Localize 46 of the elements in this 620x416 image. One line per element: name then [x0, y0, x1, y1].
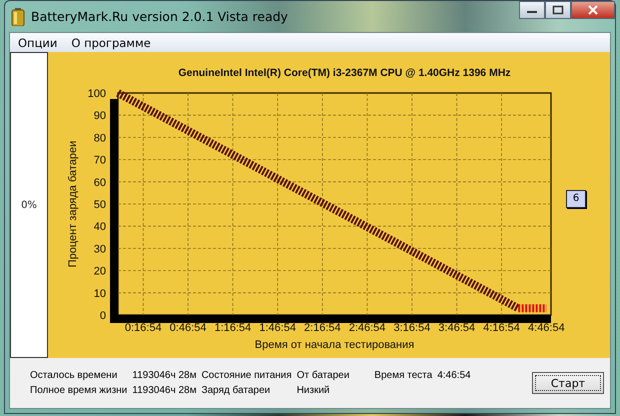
maximize-icon [552, 5, 564, 15]
x-axis-label: Время от начала тестирования [254, 339, 414, 351]
tick-label: 2:46:54 [348, 322, 386, 334]
status-label: Заряд батареи [201, 385, 272, 396]
status-label: Полное время жизни [30, 385, 128, 396]
tick-label: 4:46:54 [528, 322, 565, 334]
tick-label: 0:46:54 [170, 322, 206, 334]
tick-label: 3:46:54 [438, 322, 476, 334]
close-button[interactable] [571, 1, 615, 19]
tick-label: 50 [94, 199, 106, 211]
tick-label: 90 [94, 110, 106, 122]
tick-label: 4:16:54 [483, 322, 520, 334]
tick-label: 2:16:54 [304, 322, 341, 334]
maximize-button[interactable] [545, 1, 571, 19]
status-value: 4:46:54 [437, 370, 471, 381]
menu-item[interactable]: О программе [71, 36, 151, 50]
status-label: Состояние питания [201, 370, 292, 381]
status-value: Низкий [296, 385, 331, 396]
tick-label: 60 [94, 176, 106, 189]
tick-label: 40 [94, 221, 106, 234]
tick-label: 1:16:54 [214, 322, 252, 334]
status-value: От батареи [296, 370, 350, 381]
tick-label: 0:16:54 [124, 322, 162, 334]
close-icon [587, 5, 599, 15]
tick-label: 70 [94, 154, 106, 167]
start-button[interactable]: Старт [532, 372, 604, 394]
tick-label: 80 [94, 132, 106, 144]
status-value: 1193046ч 28м [132, 385, 196, 396]
tick-label: 0 [100, 310, 106, 322]
count-badge: 6 [566, 190, 586, 208]
y-axis-label: Процент заряда батареи [67, 140, 79, 268]
tick-label: 30 [94, 243, 106, 256]
tick-label: 3:16:54 [394, 322, 430, 334]
minimize-button[interactable] [519, 1, 545, 19]
battery-icon [11, 8, 25, 26]
chart-title: GenuineIntel Intel(R) Core(TM) i3-2367M CPU @ 1.40GHz 1396 MHz [178, 67, 511, 79]
status-value: 1193046ч 28м [132, 370, 196, 381]
tick-label: 1:46:54 [259, 322, 296, 334]
tick-label: 20 [94, 266, 106, 278]
charge-reading: 0% [21, 200, 37, 210]
tick-label: 100 [88, 88, 106, 100]
menu-item[interactable]: Опции [18, 36, 58, 50]
status-label: Время теста [374, 370, 432, 381]
tick-label: 10 [94, 288, 106, 300]
window-title: BatteryMark.Ru version 2.0.1 Vista ready [31, 9, 288, 24]
status-label: Осталось времени [30, 370, 118, 381]
